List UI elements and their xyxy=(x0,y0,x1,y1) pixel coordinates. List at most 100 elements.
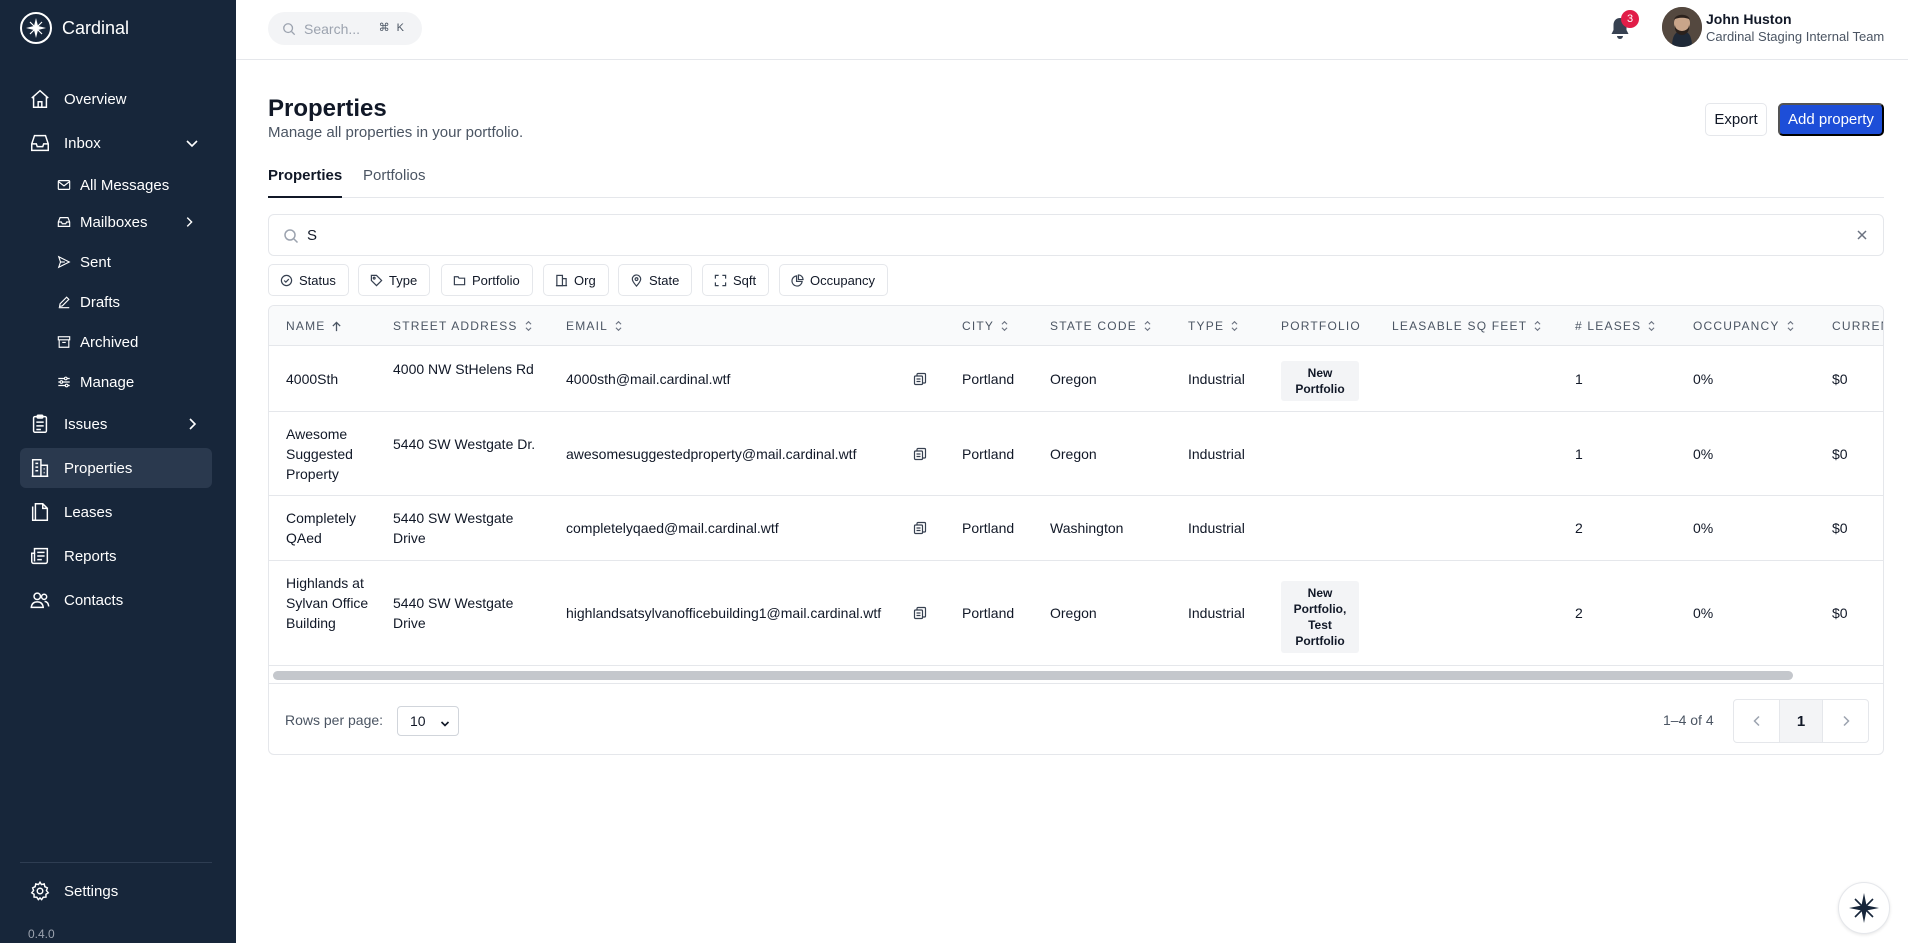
cell-current: $0 xyxy=(1832,371,1848,387)
send-icon xyxy=(56,254,72,270)
sidebar-subitem-label: Mailboxes xyxy=(80,213,148,231)
cell-name[interactable]: Completely QAed xyxy=(286,508,376,548)
column-current[interactable]: CURREN xyxy=(1832,306,1883,346)
column-leasable-sq-feet[interactable]: LEASABLE SQ FEET xyxy=(1392,306,1542,346)
user-org: Cardinal Staging Internal Team xyxy=(1706,29,1885,44)
avatar[interactable] xyxy=(1662,7,1702,47)
column-email[interactable]: EMAIL xyxy=(566,306,623,346)
cell-occupancy: 0% xyxy=(1693,446,1714,462)
folder-icon xyxy=(452,273,466,287)
filter-org[interactable]: Org xyxy=(543,264,609,296)
column-street-address[interactable]: STREET ADDRESS xyxy=(393,306,533,346)
cell-leases: 2 xyxy=(1575,605,1583,621)
next-page-button[interactable] xyxy=(1823,700,1868,742)
copy-icon[interactable] xyxy=(912,605,928,621)
sidebar-subitem-mailboxes[interactable]: Mailboxes xyxy=(56,205,212,239)
close-icon[interactable] xyxy=(1855,228,1869,246)
copy-icon[interactable] xyxy=(912,446,928,462)
compass-logo-icon xyxy=(20,12,52,44)
portfolio-tag[interactable]: New Portfolio, Test Portfolio xyxy=(1281,581,1359,653)
sidebar-subitem-sent[interactable]: Sent xyxy=(56,245,212,279)
table-header: NAME STREET ADDRESS EMAIL CITY STATE COD… xyxy=(269,306,1883,346)
chevron-down-icon[interactable] xyxy=(182,133,202,153)
table-row[interactable]: 4000Sth 4000 NW StHelens Rd 4000sth@mail… xyxy=(269,346,1883,412)
filter-portfolio[interactable]: Portfolio xyxy=(441,264,533,296)
cell-name[interactable]: 4000Sth xyxy=(286,369,376,389)
column-label: EMAIL xyxy=(566,319,609,333)
column-label: LEASABLE SQ FEET xyxy=(1392,319,1528,333)
table-row[interactable]: Highlands at Sylvan Office Building 5440… xyxy=(269,561,1883,666)
sidebar-item-inbox[interactable]: Inbox xyxy=(20,123,212,163)
filter-label: Portfolio xyxy=(472,272,520,288)
sidebar-item-label: Settings xyxy=(64,882,119,900)
search-value: S xyxy=(307,226,318,244)
chevron-right-icon[interactable] xyxy=(182,414,202,434)
cell-email: awesomesuggestedproperty@mail.cardinal.w… xyxy=(566,446,857,462)
cell-current: $0 xyxy=(1832,446,1848,462)
app-name: Cardinal xyxy=(62,17,130,38)
copy-icon[interactable] xyxy=(912,371,928,387)
filter-status[interactable]: Status xyxy=(268,264,349,296)
sidebar-subitem-label: Archived xyxy=(80,333,139,351)
rows-per-page-select[interactable]: 10 xyxy=(397,706,459,736)
compass-help-button[interactable] xyxy=(1838,882,1890,934)
cell-city: Portland xyxy=(962,520,1015,536)
filter-type[interactable]: Type xyxy=(358,264,431,296)
horizontal-scrollbar[interactable] xyxy=(273,671,1793,680)
sidebar-item-overview[interactable]: Overview xyxy=(20,79,212,119)
cell-name[interactable]: Highlands at Sylvan Office Building xyxy=(286,573,376,633)
property-search-input[interactable]: S xyxy=(268,214,1884,256)
sidebar-item-properties[interactable]: Properties xyxy=(20,448,212,488)
cell-name[interactable]: Awesome Suggested Property xyxy=(286,424,376,484)
cell-city: Portland xyxy=(962,371,1015,387)
cell-email: highlandsatsylvanofficebuilding1@mail.ca… xyxy=(566,605,882,621)
filter-sqft[interactable]: Sqft xyxy=(702,264,770,296)
add-property-button[interactable]: Add property xyxy=(1778,103,1884,136)
chevron-right-icon[interactable] xyxy=(180,213,198,231)
sidebar-item-reports[interactable]: Reports xyxy=(20,536,212,576)
cell-occupancy: 0% xyxy=(1693,520,1714,536)
users-icon xyxy=(28,588,52,612)
prev-page-button[interactable] xyxy=(1734,700,1779,742)
column-portfolio[interactable]: PORTFOLIO xyxy=(1281,306,1361,346)
column-state-code[interactable]: STATE CODE xyxy=(1050,306,1152,346)
sidebar-divider xyxy=(20,862,212,863)
table-row[interactable]: Completely QAed 5440 SW Westgate Drive c… xyxy=(269,496,1883,561)
column-leases[interactable]: # LEASES xyxy=(1575,306,1656,346)
copy-icon[interactable] xyxy=(912,520,928,536)
cell-current: $0 xyxy=(1832,520,1848,536)
column-type[interactable]: TYPE xyxy=(1188,306,1239,346)
inbox-icon xyxy=(28,131,52,155)
sidebar-item-settings[interactable]: Settings xyxy=(20,871,212,911)
column-label: STREET ADDRESS xyxy=(393,319,518,333)
table-row[interactable]: Awesome Suggested Property 5440 SW Westg… xyxy=(269,412,1883,496)
tab-properties[interactable]: Properties xyxy=(268,167,343,198)
sort-icon xyxy=(1786,320,1795,332)
cell-email: 4000sth@mail.cardinal.wtf xyxy=(566,371,731,387)
global-search[interactable]: Search... ⌘ K xyxy=(268,12,422,45)
brand[interactable]: Cardinal xyxy=(20,12,129,44)
sidebar-subitem-archived[interactable]: Archived xyxy=(56,325,212,359)
home-icon xyxy=(28,87,52,111)
sidebar-subitem-manage[interactable]: Manage xyxy=(56,365,212,399)
sidebar-subitem-all-messages[interactable]: All Messages xyxy=(56,168,212,202)
column-name[interactable]: NAME xyxy=(286,306,342,346)
sort-icon xyxy=(1533,320,1542,332)
export-button[interactable]: Export xyxy=(1705,103,1767,136)
mailbox-icon xyxy=(56,214,72,230)
column-city[interactable]: CITY xyxy=(962,306,1009,346)
sidebar-item-leases[interactable]: Leases xyxy=(20,492,212,532)
page-number-button[interactable]: 1 xyxy=(1779,700,1823,742)
tab-portfolios[interactable]: Portfolios xyxy=(363,167,426,198)
filter-occupancy[interactable]: Occupancy xyxy=(779,264,889,296)
sidebar-item-contacts[interactable]: Contacts xyxy=(20,580,212,620)
building-icon xyxy=(554,273,568,287)
portfolio-tag[interactable]: New Portfolio xyxy=(1281,361,1359,401)
sidebar-item-issues[interactable]: Issues xyxy=(20,404,212,444)
filter-state[interactable]: State xyxy=(618,264,693,296)
cell-city: Portland xyxy=(962,446,1015,462)
cell-email: completelyqaed@mail.cardinal.wtf xyxy=(566,520,779,536)
column-occupancy[interactable]: OCCUPANCY xyxy=(1693,306,1795,346)
filter-label: State xyxy=(649,272,680,288)
sidebar-subitem-drafts[interactable]: Drafts xyxy=(56,285,212,319)
